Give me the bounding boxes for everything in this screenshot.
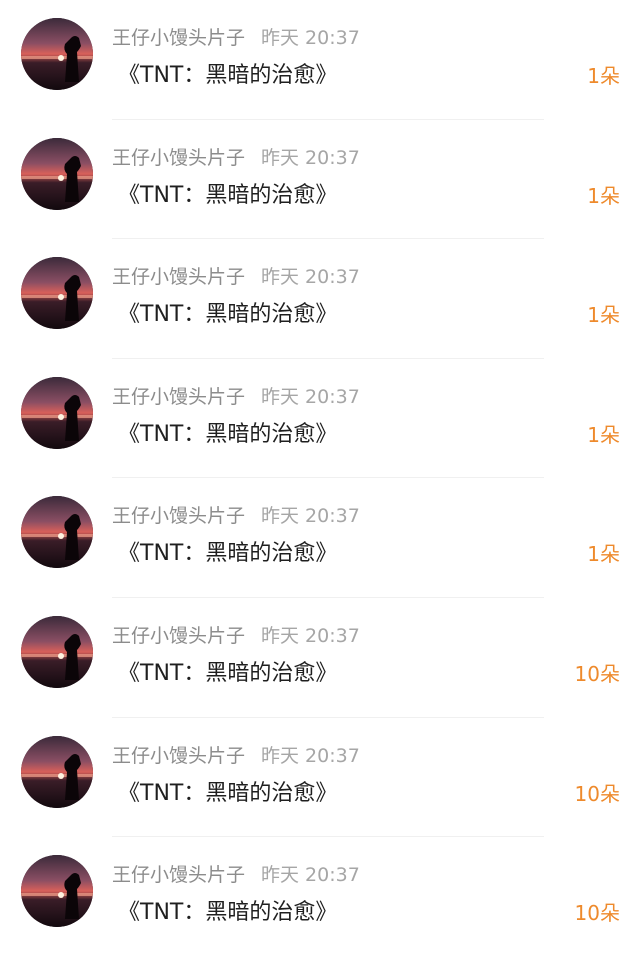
username[interactable]: 王仔小馒头片子 bbox=[112, 864, 245, 886]
username[interactable]: 王仔小馒头片子 bbox=[112, 386, 245, 408]
list-item[interactable]: 王仔小馒头片子 昨天 20:37 《TNT：黑暗的治愈》 10朵 bbox=[0, 837, 640, 957]
gift-count: 1朵 bbox=[587, 183, 620, 208]
timestamp: 昨天 20:37 bbox=[261, 266, 360, 289]
list-item[interactable]: 王仔小馒头片子 昨天 20:37 《TNT：黑暗的治愈》 10朵 bbox=[0, 598, 640, 718]
meta-line: 王仔小馒头片子 昨天 20:37 bbox=[112, 742, 360, 770]
username[interactable]: 王仔小馒头片子 bbox=[112, 625, 245, 647]
timestamp: 昨天 20:37 bbox=[261, 27, 360, 49]
user-avatar[interactable] bbox=[21, 735, 93, 808]
item-title: 《TNT：黑暗的治愈》 bbox=[118, 63, 338, 88]
username[interactable]: 王仔小馒头片子 bbox=[112, 147, 245, 169]
meta-line: 王仔小馒头片子 昨天 20:37 bbox=[112, 861, 360, 889]
list-item[interactable]: 王仔小馒头片子 昨天 20:37 《TNT：黑暗的治愈》 1朵 bbox=[0, 359, 640, 479]
timestamp: 昨天 20:37 bbox=[261, 625, 360, 647]
timestamp: 昨天 20:37 bbox=[261, 385, 360, 408]
sunset-avatar-image bbox=[21, 257, 93, 330]
sunset-avatar-image bbox=[21, 376, 93, 449]
item-title: 《TNT：黑暗的治愈》 bbox=[118, 541, 338, 567]
list-item[interactable]: 王仔小馒头片子 昨天 20:37 《TNT：黑暗的治愈》 10朵 bbox=[0, 718, 640, 838]
gift-count: 10朵 bbox=[574, 781, 620, 806]
sunset-avatar-image bbox=[21, 18, 93, 90]
timestamp: 昨天 20:37 bbox=[261, 146, 360, 169]
list-item[interactable]: 王仔小馒头片子 昨天 20:37 《TNT：黑暗的治愈》 1朵 bbox=[0, 0, 640, 120]
meta-line: 王仔小馒头片子 昨天 20:37 bbox=[112, 622, 360, 650]
user-avatar[interactable] bbox=[21, 855, 93, 928]
item-title: 《TNT：黑暗的治愈》 bbox=[118, 182, 338, 208]
timestamp: 昨天 20:37 bbox=[261, 744, 360, 767]
user-avatar[interactable] bbox=[21, 257, 93, 330]
username[interactable]: 王仔小馒头片子 bbox=[112, 27, 245, 49]
user-avatar[interactable] bbox=[21, 376, 93, 449]
user-avatar[interactable] bbox=[21, 496, 93, 569]
gift-count: 1朵 bbox=[587, 542, 620, 567]
gift-record-list: 王仔小馒头片子 昨天 20:37 《TNT：黑暗的治愈》 1朵 王仔小馒头片子 … bbox=[0, 0, 640, 951]
item-title: 《TNT：黑暗的治愈》 bbox=[118, 780, 338, 806]
meta-line: 王仔小馒头片子 昨天 20:37 bbox=[112, 24, 360, 52]
timestamp: 昨天 20:37 bbox=[261, 505, 360, 528]
user-avatar[interactable] bbox=[21, 18, 93, 90]
gift-count: 1朵 bbox=[587, 64, 620, 88]
gift-count: 10朵 bbox=[574, 662, 620, 686]
item-title: 《TNT：黑暗的治愈》 bbox=[118, 421, 338, 447]
meta-line: 王仔小馒头片子 昨天 20:37 bbox=[112, 144, 360, 172]
gift-count: 10朵 bbox=[574, 901, 620, 926]
list-item[interactable]: 王仔小馒头片子 昨天 20:37 《TNT：黑暗的治愈》 1朵 bbox=[0, 120, 640, 240]
sunset-avatar-image bbox=[21, 616, 93, 688]
list-item[interactable]: 王仔小馒头片子 昨天 20:37 《TNT：黑暗的治愈》 1朵 bbox=[0, 478, 640, 598]
username[interactable]: 王仔小馒头片子 bbox=[112, 745, 245, 767]
meta-line: 王仔小馒头片子 昨天 20:37 bbox=[112, 502, 360, 530]
item-title: 《TNT：黑暗的治愈》 bbox=[118, 900, 338, 926]
gift-count: 1朵 bbox=[587, 303, 620, 328]
sunset-avatar-image bbox=[21, 137, 93, 210]
timestamp: 昨天 20:37 bbox=[261, 864, 360, 887]
sunset-avatar-image bbox=[21, 496, 93, 569]
meta-line: 王仔小馒头片子 昨天 20:37 bbox=[112, 263, 360, 291]
gift-count: 1朵 bbox=[587, 422, 620, 447]
user-avatar[interactable] bbox=[21, 616, 93, 688]
item-title: 《TNT：黑暗的治愈》 bbox=[118, 661, 338, 686]
username[interactable]: 王仔小馒头片子 bbox=[112, 266, 245, 288]
username[interactable]: 王仔小馒头片子 bbox=[112, 505, 245, 527]
list-item[interactable]: 王仔小馒头片子 昨天 20:37 《TNT：黑暗的治愈》 1朵 bbox=[0, 239, 640, 359]
meta-line: 王仔小馒头片子 昨天 20:37 bbox=[112, 383, 360, 411]
sunset-avatar-image bbox=[21, 855, 93, 928]
sunset-avatar-image bbox=[21, 735, 93, 808]
user-avatar[interactable] bbox=[21, 137, 93, 210]
item-title: 《TNT：黑暗的治愈》 bbox=[118, 302, 338, 328]
